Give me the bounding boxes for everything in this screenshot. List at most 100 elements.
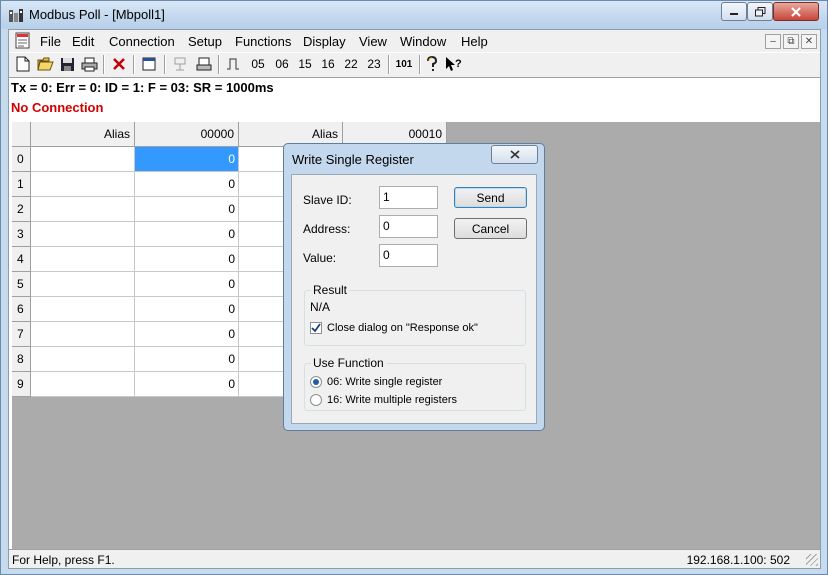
- print-icon: [81, 57, 97, 71]
- fc-23-button[interactable]: 23: [364, 54, 384, 74]
- register-value-cell-selected[interactable]: 0: [135, 147, 239, 172]
- function-06-label[interactable]: 06: Write single register: [327, 376, 442, 388]
- alias-cell[interactable]: [31, 297, 135, 322]
- register-value-cell[interactable]: 0: [135, 297, 239, 322]
- register-value-cell[interactable]: 0: [135, 347, 239, 372]
- register-value-cell[interactable]: 0: [135, 247, 239, 272]
- row-header[interactable]: 2: [12, 197, 31, 222]
- send-button[interactable]: Send: [454, 187, 527, 208]
- tx-status-line: Tx = 0: Err = 0: ID = 1: F = 03: SR = 10…: [11, 80, 274, 95]
- grid-corner[interactable]: [12, 122, 31, 147]
- menu-functions[interactable]: Functions: [235, 34, 291, 49]
- alias-cell[interactable]: [31, 347, 135, 372]
- minimize-icon: [730, 12, 738, 15]
- restore-button[interactable]: [747, 2, 773, 21]
- communication-traffic-button[interactable]: 101: [393, 54, 415, 74]
- mdi-restore-button[interactable]: ⧉: [783, 34, 799, 49]
- status-bar: For Help, press F1. 192.168.1.100: 502: [9, 549, 820, 568]
- row-header[interactable]: 0: [12, 147, 31, 172]
- mdi-close-button[interactable]: ✕: [801, 34, 817, 49]
- minimize-button[interactable]: [721, 2, 747, 21]
- menu-help[interactable]: Help: [461, 34, 488, 49]
- toolbar-separator: [103, 55, 105, 74]
- fc-22-button[interactable]: 22: [341, 54, 361, 74]
- alias-cell[interactable]: [31, 272, 135, 297]
- column-header-00000[interactable]: 00000: [135, 122, 239, 147]
- slave-id-label: Slave ID:: [303, 193, 352, 207]
- disconnect-button[interactable]: [194, 54, 214, 74]
- menu-edit[interactable]: Edit: [72, 34, 94, 49]
- row-header[interactable]: 8: [12, 347, 31, 372]
- print-button[interactable]: [79, 54, 99, 74]
- disconnect-icon: [196, 57, 212, 71]
- alias-cell[interactable]: [31, 222, 135, 247]
- close-icon: [509, 150, 520, 159]
- cancel-button[interactable]: Cancel: [454, 218, 527, 239]
- menu-file[interactable]: File: [40, 34, 61, 49]
- alias-cell[interactable]: [31, 197, 135, 222]
- register-value-cell[interactable]: 0: [135, 272, 239, 297]
- alias-cell[interactable]: [31, 147, 135, 172]
- row-header[interactable]: 3: [12, 222, 31, 247]
- alias-cell[interactable]: [31, 172, 135, 197]
- function-16-radio[interactable]: [310, 394, 322, 406]
- row-header[interactable]: 4: [12, 247, 31, 272]
- row-header[interactable]: 5: [12, 272, 31, 297]
- row-header[interactable]: 9: [12, 372, 31, 397]
- context-help-icon: ?: [446, 57, 462, 71]
- menu-window[interactable]: Window: [400, 34, 446, 49]
- value-input[interactable]: 0: [379, 244, 438, 267]
- mdi-minimize-button[interactable]: –: [765, 34, 781, 49]
- pulse-icon: [227, 58, 239, 70]
- status-help-text: For Help, press F1.: [12, 553, 115, 567]
- fc-16-button[interactable]: 16: [318, 54, 338, 74]
- address-input[interactable]: 0: [379, 215, 438, 238]
- close-button[interactable]: [773, 2, 819, 21]
- register-value-cell[interactable]: 0: [135, 222, 239, 247]
- pulse-button[interactable]: [223, 54, 243, 74]
- document-icon[interactable]: [14, 32, 31, 49]
- dialog-close-button[interactable]: [491, 145, 538, 164]
- fc-06-button[interactable]: 06: [272, 54, 292, 74]
- register-value-cell[interactable]: 0: [135, 322, 239, 347]
- close-on-response-ok-label[interactable]: Close dialog on "Response ok": [327, 322, 478, 334]
- menu-connection[interactable]: Connection: [109, 34, 175, 49]
- toolbar-separator: [388, 55, 390, 74]
- new-button[interactable]: [13, 54, 33, 74]
- function-16-label[interactable]: 16: Write multiple registers: [327, 394, 457, 406]
- use-function-group: Use Function 06: Write single register 1…: [304, 356, 526, 411]
- fc-05-button[interactable]: 05: [248, 54, 268, 74]
- menu-view[interactable]: View: [359, 34, 387, 49]
- alias-cell[interactable]: [31, 372, 135, 397]
- result-group: Result N/A Close dialog on "Response ok": [304, 283, 526, 346]
- slave-id-input[interactable]: 1: [379, 186, 438, 209]
- menu-setup[interactable]: Setup: [188, 34, 222, 49]
- save-button[interactable]: [57, 54, 77, 74]
- close-icon: [791, 6, 801, 17]
- register-value-cell[interactable]: 0: [135, 172, 239, 197]
- register-value-cell[interactable]: 0: [135, 372, 239, 397]
- row-header[interactable]: 6: [12, 297, 31, 322]
- delete-button[interactable]: [109, 54, 129, 74]
- alias-cell[interactable]: [31, 247, 135, 272]
- connect-button[interactable]: [170, 54, 190, 74]
- close-on-response-ok-checkbox[interactable]: [310, 322, 322, 334]
- register-value-cell[interactable]: 0: [135, 197, 239, 222]
- fc-15-button[interactable]: 15: [295, 54, 315, 74]
- status-connection-address: 192.168.1.100: 502: [686, 553, 790, 567]
- open-button[interactable]: [35, 54, 55, 74]
- function-06-radio[interactable]: [310, 376, 322, 388]
- window-icon: [142, 57, 156, 71]
- context-help-button[interactable]: ?: [445, 54, 463, 74]
- row-header[interactable]: 7: [12, 322, 31, 347]
- resize-grip[interactable]: [806, 554, 818, 566]
- menu-display[interactable]: Display: [303, 34, 346, 49]
- title-bar[interactable]: Modbus Poll - [Mbpoll1]: [1, 1, 827, 29]
- restore-icon: ⧉: [787, 36, 795, 47]
- window-button[interactable]: [139, 54, 159, 74]
- row-header[interactable]: 1: [12, 172, 31, 197]
- help-button[interactable]: [423, 54, 441, 74]
- alias-cell[interactable]: [31, 322, 135, 347]
- column-header-alias[interactable]: Alias: [31, 122, 135, 147]
- help-question-icon: [427, 56, 438, 71]
